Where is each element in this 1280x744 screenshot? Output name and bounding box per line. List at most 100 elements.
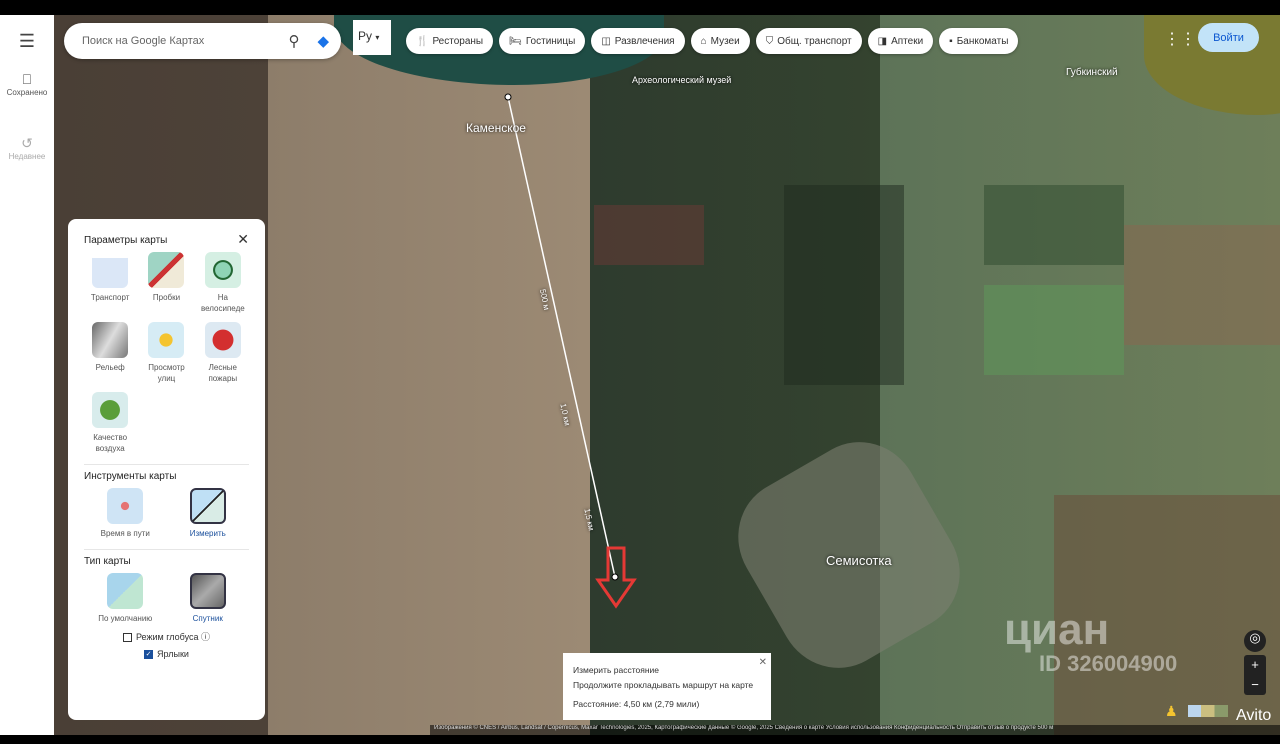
layer-wildfires[interactable]: Лесные пожары bbox=[197, 322, 249, 384]
chip-label: Гостиницы bbox=[525, 35, 576, 47]
layer-label: Просмотр улиц bbox=[148, 363, 185, 383]
map-attribution: Изображения © CNES / Airbus, Landsat / C… bbox=[430, 725, 1280, 735]
layer-label: Лесные пожары bbox=[208, 363, 238, 383]
info-icon[interactable]: ⓘ bbox=[201, 632, 210, 642]
measure-point[interactable] bbox=[611, 573, 619, 581]
hotel-icon: 🛏 bbox=[509, 35, 522, 47]
measure-hint: Продолжите прокладывать маршрут на карте bbox=[573, 680, 754, 690]
map-label-museum[interactable]: Археологический музей bbox=[632, 75, 742, 85]
labels-label: Ярлыки bbox=[157, 649, 189, 659]
close-icon[interactable]: ✕ bbox=[759, 655, 767, 670]
language-select[interactable]: Ру ▾ bbox=[353, 20, 391, 55]
map-label-lake[interactable]: Губкинский bbox=[1066, 67, 1118, 78]
satellite-map-icon bbox=[189, 573, 226, 609]
measure-title: Измерить расстояние bbox=[573, 665, 659, 675]
layer-air-quality[interactable]: Качество воздуха bbox=[84, 392, 136, 454]
category-chips: 🍴 Рестораны 🛏 Гостиницы ◫ Развлечения ⌂ Музе… bbox=[406, 28, 1019, 54]
pharmacy-icon: ◨ bbox=[877, 35, 888, 47]
labels-checkbox[interactable]: ✓ Ярлыки bbox=[84, 649, 249, 660]
chip-atms[interactable]: ▪ Банкоматы bbox=[939, 28, 1019, 54]
map-type-title: Тип карты bbox=[84, 556, 131, 567]
map-type-default[interactable]: По умолчанию bbox=[84, 573, 167, 624]
search-box[interactable]: Поиск на Google Картах ⚲ ◆ bbox=[64, 23, 341, 59]
map-options-panel: Параметры карты ✕ Транспорт Пробки На ве… bbox=[68, 219, 265, 720]
language-value: Ру bbox=[358, 29, 373, 43]
bookmark-icon: ⎕ bbox=[22, 71, 32, 87]
default-map-icon bbox=[107, 573, 144, 609]
layer-label: Качество воздуха bbox=[93, 433, 128, 453]
avito-watermark: Avito bbox=[1236, 707, 1272, 724]
search-input[interactable]: Поиск на Google Картах bbox=[82, 35, 288, 47]
checkbox-checked[interactable]: ✓ bbox=[144, 650, 154, 660]
layer-traffic[interactable]: Пробки bbox=[140, 252, 192, 314]
chip-entertainment[interactable]: ◫ Развлечения bbox=[591, 28, 685, 54]
tool-label: Измерить bbox=[189, 529, 226, 538]
atm-icon: ▪ bbox=[949, 35, 953, 47]
layer-label: На велосипеде bbox=[200, 293, 245, 313]
map-type-label: Спутник bbox=[192, 614, 223, 623]
chip-label: Музеи bbox=[710, 35, 740, 47]
terrain-layer-icon bbox=[92, 322, 129, 358]
tool-measure[interactable]: Измерить bbox=[167, 488, 250, 539]
cian-watermark-id: ID 326004900 bbox=[1039, 651, 1178, 676]
history-icon: ↺ bbox=[21, 135, 33, 151]
map-type-satellite[interactable]: Спутник bbox=[167, 573, 250, 624]
dropdown-icon: ▾ bbox=[375, 33, 380, 42]
tool-label: Время в пути bbox=[100, 529, 150, 538]
panel-title: Параметры карты bbox=[84, 235, 168, 246]
sidebar: ☰ ⎕ Сохранено ↺ Недавнее bbox=[0, 15, 54, 735]
layer-street-view[interactable]: Просмотр улиц bbox=[140, 322, 192, 384]
measure-line bbox=[507, 96, 616, 578]
measure-distance-card: ✕ Измерить расстояние Продолжите проклад… bbox=[563, 653, 771, 720]
layer-label: Транспорт bbox=[90, 293, 130, 302]
zoom-out-button[interactable]: − bbox=[1244, 675, 1266, 695]
sidebar-item-recent[interactable]: ↺ Недавнее bbox=[0, 135, 54, 161]
chip-label: Рестораны bbox=[432, 35, 484, 47]
museum-icon: ⌂ bbox=[700, 35, 707, 47]
chip-label: Развлечения bbox=[614, 35, 675, 47]
layer-label: Пробки bbox=[152, 293, 181, 302]
chip-restaurants[interactable]: 🍴 Рестораны bbox=[406, 28, 494, 54]
chip-museums[interactable]: ⌂ Музеи bbox=[690, 28, 750, 54]
ticket-icon: ◫ bbox=[601, 35, 611, 47]
directions-icon[interactable]: ◆ bbox=[317, 32, 329, 50]
air-quality-icon bbox=[92, 392, 129, 428]
layer-transit[interactable]: Транспорт bbox=[84, 252, 136, 314]
close-icon[interactable]: ✕ bbox=[237, 231, 249, 248]
tool-travel-time[interactable]: Время в пути bbox=[84, 488, 167, 539]
checkbox-unchecked[interactable] bbox=[122, 633, 132, 643]
divider bbox=[84, 464, 249, 465]
transit-layer-icon bbox=[92, 252, 129, 288]
chip-pharmacies[interactable]: ◨ Аптеки bbox=[867, 28, 934, 54]
traffic-layer-icon bbox=[148, 252, 185, 288]
login-button[interactable]: Войти bbox=[1198, 23, 1259, 52]
menu-icon[interactable]: ☰ bbox=[0, 31, 54, 52]
google-maps-window: Каменское Семисотка Археологический музе… bbox=[0, 15, 1280, 735]
sidebar-item-label: Сохранено bbox=[6, 88, 48, 97]
globe-label: Режим глобуса bbox=[135, 632, 199, 642]
tools-title: Инструменты карты bbox=[84, 471, 177, 482]
chip-transit[interactable]: ⛉ Общ. транспорт bbox=[755, 28, 862, 54]
layer-biking[interactable]: На велосипеде bbox=[197, 252, 249, 314]
my-location-button[interactable]: ◎ bbox=[1244, 630, 1266, 652]
divider bbox=[84, 549, 249, 550]
layer-label: Рельеф bbox=[95, 363, 125, 372]
fire-icon bbox=[204, 322, 241, 358]
layer-terrain[interactable]: Рельеф bbox=[84, 322, 136, 384]
sidebar-item-label: Недавнее bbox=[8, 152, 46, 161]
chip-label: Общ. транспорт bbox=[777, 35, 852, 47]
zoom-in-button[interactable]: + bbox=[1244, 655, 1266, 675]
chip-hotels[interactable]: 🛏 Гостиницы bbox=[499, 28, 586, 54]
bike-layer-icon bbox=[204, 252, 241, 288]
search-icon[interactable]: ⚲ bbox=[288, 32, 299, 50]
map-label-kamenskoe: Каменское bbox=[466, 121, 526, 135]
measure-point[interactable] bbox=[504, 93, 512, 101]
sidebar-item-saved[interactable]: ⎕ Сохранено bbox=[0, 71, 54, 97]
layer-thumbnails[interactable] bbox=[1188, 705, 1228, 717]
travel-time-icon bbox=[107, 488, 144, 524]
zoom-controls: + − bbox=[1244, 655, 1266, 695]
chip-label: Аптеки bbox=[891, 35, 924, 47]
pegman-icon[interactable]: ♟ bbox=[1165, 703, 1178, 720]
globe-mode-checkbox[interactable]: Режим глобуса ⓘ bbox=[84, 630, 249, 643]
cian-watermark: циан bbox=[1004, 605, 1110, 654]
